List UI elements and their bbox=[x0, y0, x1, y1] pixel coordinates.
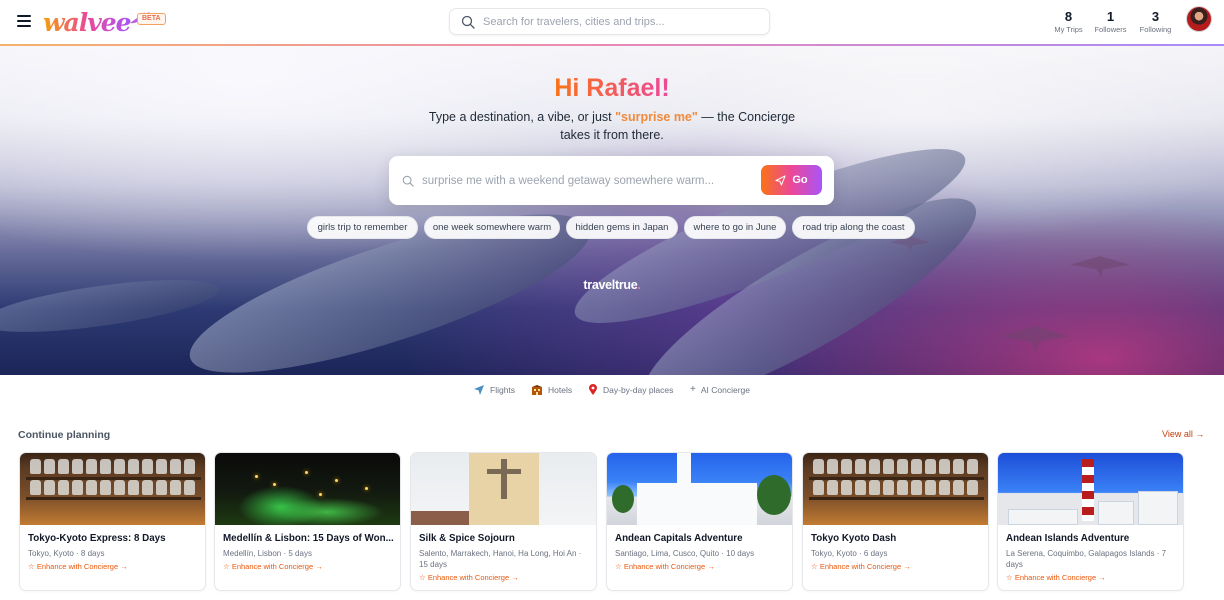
go-button-label: Go bbox=[792, 174, 808, 186]
enhance-with-concierge-link[interactable]: ☆ Enhance with Concierge → bbox=[1006, 573, 1106, 582]
suggestion-chip[interactable]: girls trip to remember bbox=[307, 216, 418, 239]
mode-ai-concierge-label: AI Concierge bbox=[700, 384, 750, 395]
trip-thumbnail bbox=[803, 453, 988, 525]
planning-modes: Flights Hotels Day-by-day places + AI Co… bbox=[0, 384, 1224, 400]
sparkle-icon: ☆ bbox=[1006, 573, 1015, 582]
view-all-link[interactable]: View all → bbox=[1162, 429, 1204, 439]
enhance-with-concierge-link[interactable]: ☆ Enhance with Concierge → bbox=[28, 562, 128, 571]
mode-hotels[interactable]: Hotels bbox=[531, 384, 572, 396]
global-search-bar[interactable] bbox=[449, 8, 770, 35]
enhance-with-concierge-link[interactable]: ☆ Enhance with Concierge → bbox=[811, 562, 911, 571]
user-avatar[interactable] bbox=[1186, 6, 1212, 32]
trip-card[interactable]: Tokyo Kyoto Dash Tokyo, Kyoto · 6 days ☆… bbox=[802, 452, 989, 591]
manta-ray-illustration bbox=[1070, 256, 1130, 278]
sparkle-icon: ☆ bbox=[615, 562, 624, 571]
trip-thumbnail bbox=[215, 453, 400, 525]
trip-title: Tokyo Kyoto Dash bbox=[811, 533, 897, 544]
stat-following-value: 3 bbox=[1151, 9, 1160, 24]
walvee-logo[interactable]: walvee bbox=[43, 6, 151, 38]
enhance-with-concierge-link[interactable]: ☆ Enhance with Concierge → bbox=[223, 562, 323, 571]
subtitle-text-after: — the Concierge bbox=[697, 110, 796, 124]
trip-details: Salento, Marrakech, Hanoi, Ha Long, Hoi … bbox=[419, 549, 582, 569]
enhance-with-concierge-link[interactable]: ☆ Enhance with Concierge → bbox=[615, 562, 715, 571]
suggestion-chip[interactable]: one week somewhere warm bbox=[424, 216, 560, 239]
search-icon bbox=[461, 15, 475, 29]
trip-details: Tokyo, Kyoto · 6 days bbox=[811, 549, 888, 558]
continue-planning-heading: Continue planning bbox=[18, 429, 111, 441]
plane-icon bbox=[474, 385, 484, 395]
stat-my-trips-label: My Trips bbox=[1054, 25, 1083, 34]
hero-subtitle: Type a destination, a vibe, or just "sur… bbox=[0, 108, 1224, 144]
map-pin-icon bbox=[589, 384, 597, 395]
sparkle-icon: ☆ bbox=[223, 562, 232, 571]
enhance-with-concierge-link[interactable]: ☆ Enhance with Concierge → bbox=[419, 573, 519, 582]
beta-badge: BETA bbox=[137, 13, 166, 25]
top-navigation-bar: walvee BETA 8 My Trips 1 Followers 3 Fol… bbox=[0, 0, 1224, 46]
suggestion-chip[interactable]: hidden gems in Japan bbox=[566, 216, 678, 239]
concierge-input[interactable] bbox=[422, 174, 752, 187]
global-search-input[interactable] bbox=[483, 15, 753, 28]
trip-title: Tokyo-Kyoto Express: 8 Days bbox=[28, 533, 166, 544]
trip-card[interactable]: Andean Capitals Adventure Santiago, Lima… bbox=[606, 452, 793, 591]
manta-ray-illustration bbox=[1000, 326, 1070, 352]
stat-following-label: Following bbox=[1139, 25, 1172, 34]
trip-thumbnail bbox=[607, 453, 792, 525]
mode-day-by-day-label: Day-by-day places bbox=[603, 385, 674, 395]
send-icon bbox=[775, 174, 786, 186]
trip-title: Andean Islands Adventure bbox=[1006, 533, 1130, 544]
stat-my-trips[interactable]: 8 My Trips bbox=[1053, 9, 1084, 35]
subtitle-line-2: takes it from there. bbox=[560, 128, 664, 142]
mode-ai-concierge[interactable]: + AI Concierge bbox=[690, 384, 750, 395]
mode-flights[interactable]: Flights bbox=[473, 384, 515, 396]
suggestion-chip[interactable]: road trip along the coast bbox=[792, 216, 915, 239]
suggestion-chip[interactable]: where to go in June bbox=[684, 216, 786, 239]
concierge-prompt-box[interactable]: Go bbox=[389, 156, 834, 205]
traveltrue-brand: traveltrue. bbox=[583, 278, 641, 292]
trip-details: La Serena, Coquimbo, Galapagos Islands ·… bbox=[1006, 549, 1167, 569]
hero-banner: Hi Rafael! Type a destination, a vibe, o… bbox=[0, 46, 1224, 375]
trip-card[interactable]: Andean Islands Adventure La Serena, Coqu… bbox=[997, 452, 1184, 591]
plus-icon: + bbox=[690, 384, 696, 395]
greeting-title: Hi Rafael! bbox=[554, 74, 670, 102]
trip-details: Tokyo, Kyoto · 8 days bbox=[28, 549, 105, 558]
trip-card[interactable]: Tokyo-Kyoto Express: 8 Days Tokyo, Kyoto… bbox=[19, 452, 206, 591]
hamburger-menu-icon[interactable] bbox=[17, 14, 31, 28]
trip-title: Medellín & Lisbon: 15 Days of Won... bbox=[223, 533, 394, 544]
sparkle-icon: ☆ bbox=[28, 562, 37, 571]
trip-details: Santiago, Lima, Cusco, Quito · 10 days bbox=[615, 549, 755, 558]
trip-thumbnail bbox=[20, 453, 205, 525]
trip-title: Andean Capitals Adventure bbox=[615, 533, 743, 544]
subtitle-text: Type a destination, a vibe, or just bbox=[428, 110, 616, 124]
mode-hotels-label: Hotels bbox=[548, 385, 573, 395]
search-icon bbox=[402, 175, 414, 187]
subtitle-highlight: "surprise me" bbox=[615, 110, 698, 124]
sparkle-icon: ☆ bbox=[419, 573, 428, 582]
suggestion-chips: girls trip to remember one week somewher… bbox=[0, 216, 1224, 239]
mode-day-by-day[interactable]: Day-by-day places bbox=[588, 384, 673, 396]
stat-followers[interactable]: 1 Followers bbox=[1093, 9, 1128, 35]
logo-wordmark: walvee bbox=[43, 7, 132, 37]
stat-following[interactable]: 3 Following bbox=[1137, 9, 1174, 35]
stat-followers-label: Followers bbox=[1094, 25, 1127, 34]
trip-title: Silk & Spice Sojourn bbox=[419, 533, 515, 544]
trip-thumbnail bbox=[411, 453, 596, 525]
sparkle-icon: ☆ bbox=[811, 562, 820, 571]
trip-details: Medellín, Lisbon · 5 days bbox=[223, 549, 312, 558]
stat-my-trips-value: 8 bbox=[1064, 9, 1073, 24]
trip-card[interactable]: Medellín & Lisbon: 15 Days of Won... Med… bbox=[214, 452, 401, 591]
stat-followers-value: 1 bbox=[1106, 9, 1115, 24]
go-button[interactable]: Go bbox=[761, 165, 822, 195]
trip-card[interactable]: Silk & Spice Sojourn Salento, Marrakech,… bbox=[410, 452, 597, 591]
trip-thumbnail bbox=[998, 453, 1183, 525]
hotel-icon bbox=[532, 385, 542, 395]
mode-flights-label: Flights bbox=[490, 385, 516, 395]
